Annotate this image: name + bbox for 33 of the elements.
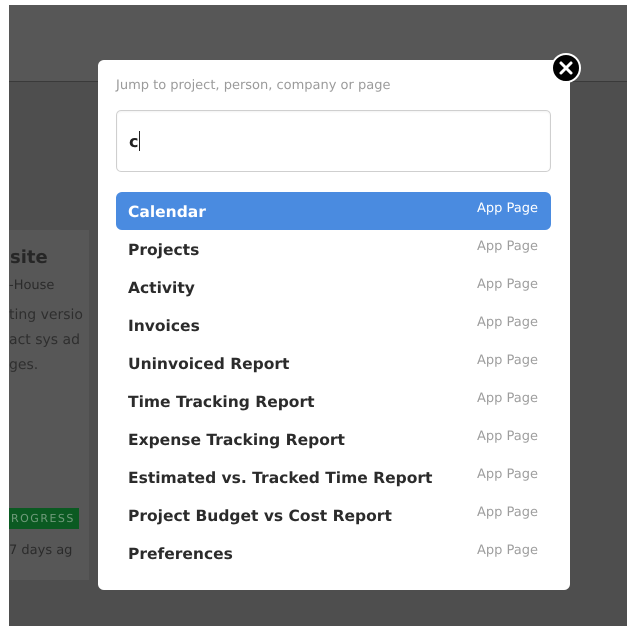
result-type: App Page bbox=[476, 543, 538, 558]
result-type: App Page bbox=[476, 429, 538, 444]
result-item[interactable]: Expense Tracking Report App Page bbox=[116, 420, 551, 458]
result-type: App Page bbox=[476, 353, 538, 368]
result-item[interactable]: Estimated vs. Tracked Time Report App Page bbox=[116, 458, 551, 496]
result-item[interactable]: Time Tracking Report App Page bbox=[116, 382, 551, 420]
result-type: App Page bbox=[476, 391, 538, 406]
result-type: App Page bbox=[476, 315, 538, 330]
dialog-hint: Jump to project, person, company or page bbox=[116, 78, 392, 95]
result-label: Time Tracking Report bbox=[128, 393, 314, 411]
result-item[interactable]: Preferences App Page bbox=[116, 534, 551, 572]
result-label: Calendar bbox=[128, 203, 206, 221]
result-label: Expense Tracking Report bbox=[128, 431, 345, 449]
result-type: App Page bbox=[476, 239, 538, 254]
status-badge: ROGRESS bbox=[9, 508, 79, 529]
result-item[interactable]: Invoices App Page bbox=[116, 306, 551, 344]
close-icon[interactable] bbox=[551, 53, 581, 83]
result-item[interactable]: Projects App Page bbox=[116, 230, 551, 268]
result-type: App Page bbox=[476, 277, 538, 292]
result-label: Preferences bbox=[128, 545, 233, 563]
result-item[interactable]: Activity App Page bbox=[116, 268, 551, 306]
result-label: Activity bbox=[128, 279, 195, 297]
result-type: App Page bbox=[476, 467, 538, 482]
result-label: Projects bbox=[128, 241, 200, 259]
result-label: Project Budget vs Cost Report bbox=[128, 507, 392, 525]
result-type: App Page bbox=[476, 201, 538, 216]
result-item[interactable]: Uninvoiced Report App Page bbox=[116, 344, 551, 382]
result-label: Estimated vs. Tracked Time Report bbox=[128, 469, 432, 487]
result-label: Uninvoiced Report bbox=[128, 355, 290, 373]
result-item[interactable]: Project Budget vs Cost Report App Page bbox=[116, 496, 551, 534]
result-type: App Page bbox=[476, 505, 538, 520]
search-field[interactable]: c bbox=[116, 110, 551, 172]
result-label: Invoices bbox=[128, 317, 200, 335]
